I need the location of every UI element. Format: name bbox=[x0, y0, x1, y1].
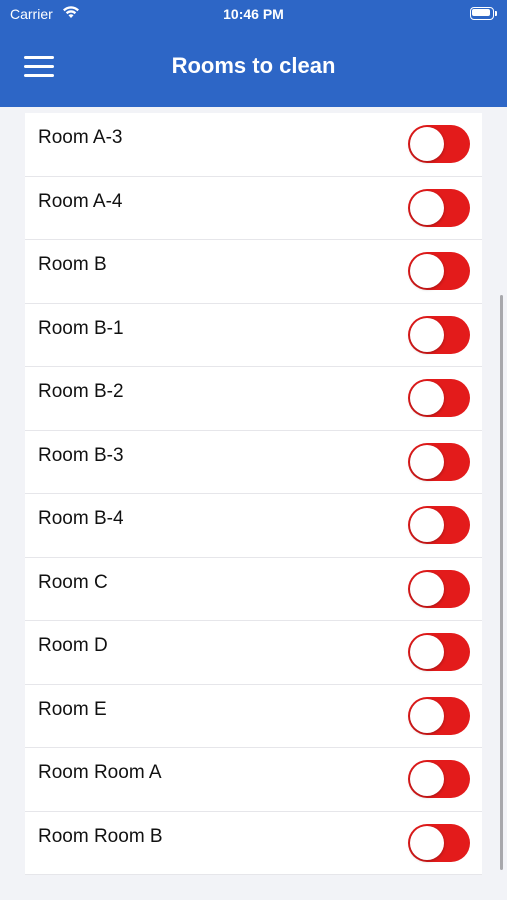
room-label: Room D bbox=[38, 635, 108, 656]
toggle-knob bbox=[410, 508, 444, 542]
list-item: Room Room B bbox=[25, 811, 482, 875]
rooms-list: Room A-3 Room A-4 Room B Room B-1 Room B-2 Ro… bbox=[25, 113, 482, 875]
toggle-knob bbox=[410, 381, 444, 415]
room-label: Room B-2 bbox=[38, 381, 124, 402]
room-toggle[interactable] bbox=[408, 569, 470, 608]
list-item: Room B-4 bbox=[25, 494, 482, 558]
room-label: Room Room A bbox=[38, 762, 162, 783]
toggle-knob bbox=[410, 635, 444, 669]
room-label: Room B bbox=[38, 254, 107, 275]
toggle-knob bbox=[410, 254, 444, 288]
list-item: Room D bbox=[25, 621, 482, 685]
list-item: Room B bbox=[25, 240, 482, 304]
room-toggle[interactable] bbox=[408, 188, 470, 227]
list-item: Room B-3 bbox=[25, 430, 482, 494]
list-item: Room A-3 bbox=[25, 113, 482, 177]
page-title: Rooms to clean bbox=[171, 53, 336, 78]
room-toggle[interactable] bbox=[408, 823, 470, 862]
toggle-knob bbox=[410, 698, 444, 733]
list-item: Room A-4 bbox=[25, 176, 482, 240]
list-item: Room B-1 bbox=[25, 303, 482, 367]
list-item: Room B-2 bbox=[25, 367, 482, 431]
scrollbar[interactable] bbox=[500, 295, 503, 870]
status-bar: Carrier 10:46 PM bbox=[0, 0, 507, 28]
toggle-knob bbox=[410, 317, 444, 352]
room-label: Room A-3 bbox=[38, 127, 123, 148]
room-toggle[interactable] bbox=[408, 442, 470, 481]
room-label: Room C bbox=[38, 571, 108, 593]
room-label: Room B-4 bbox=[38, 508, 124, 529]
room-toggle[interactable] bbox=[408, 252, 470, 290]
room-label: Room B-3 bbox=[38, 444, 124, 466]
room-label: Room A-4 bbox=[38, 190, 123, 212]
room-label: Room B-1 bbox=[38, 317, 124, 339]
list-item: Room Room A bbox=[25, 748, 482, 812]
battery-icon bbox=[470, 7, 497, 20]
app-header: Carrier 10:46 PM Rooms to clean bbox=[0, 0, 507, 107]
room-toggle[interactable] bbox=[408, 506, 470, 544]
list-item: Room E bbox=[25, 684, 482, 748]
room-toggle[interactable] bbox=[408, 379, 470, 417]
room-toggle[interactable] bbox=[408, 633, 470, 671]
toggle-knob bbox=[410, 190, 444, 225]
status-time: 10:46 PM bbox=[223, 6, 284, 22]
room-label: Room E bbox=[38, 698, 107, 720]
toggle-knob bbox=[410, 127, 444, 161]
toggle-knob bbox=[410, 762, 444, 796]
toggle-knob bbox=[410, 444, 444, 479]
room-label: Room Room B bbox=[38, 825, 163, 847]
toggle-knob bbox=[410, 571, 444, 606]
list-item: Room C bbox=[25, 557, 482, 621]
room-toggle[interactable] bbox=[408, 125, 470, 163]
room-toggle[interactable] bbox=[408, 760, 470, 798]
room-toggle[interactable] bbox=[408, 696, 470, 735]
toggle-knob bbox=[410, 825, 444, 860]
room-toggle[interactable] bbox=[408, 315, 470, 354]
